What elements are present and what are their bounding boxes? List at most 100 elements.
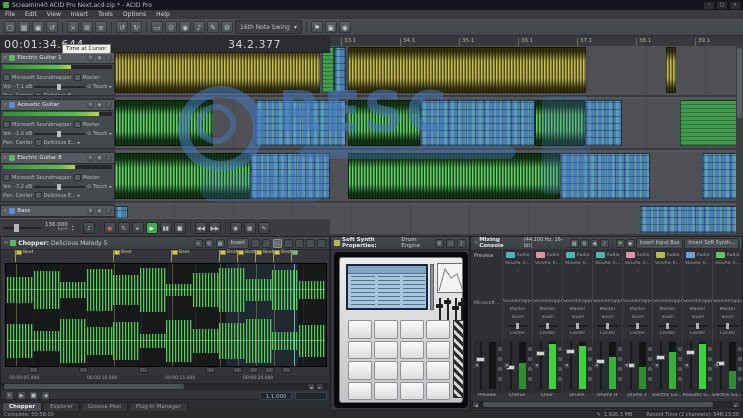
fader-handle[interactable] xyxy=(566,349,575,354)
draw-tool-icon[interactable]: ▭ xyxy=(151,21,163,33)
channel-track[interactable]: VEGAS Tr... xyxy=(683,261,712,266)
shift-right-icon[interactable] xyxy=(262,238,271,248)
audio-clip[interactable] xyxy=(334,47,346,93)
caret-right-icon[interactable]: ▸ xyxy=(109,84,112,90)
move-right-icon[interactable] xyxy=(317,238,326,248)
drum-pad[interactable] xyxy=(374,340,398,359)
synth-settings-icon[interactable]: ⚙ xyxy=(435,238,444,248)
channel-automation[interactable]: Touch xyxy=(593,315,622,320)
mixer-views-icon[interactable]: ▦ xyxy=(569,238,579,248)
save-project-icon[interactable]: ▣ xyxy=(32,21,44,33)
scrollbar-thumb[interactable] xyxy=(4,384,184,389)
channel-automation[interactable]: Touch xyxy=(503,315,532,320)
fx-chain-icon[interactable] xyxy=(34,139,42,146)
marker-tag[interactable] xyxy=(265,367,274,373)
timeline-vertical-scrollbar[interactable] xyxy=(736,46,743,236)
snap-magnet-icon[interactable]: ∩ xyxy=(193,238,203,248)
meter-options-icon[interactable]: ◀ xyxy=(684,363,689,368)
envelope-tool-icon[interactable]: ◉ xyxy=(179,21,191,33)
automation-settings-icon[interactable]: ⚙ xyxy=(87,101,94,109)
solo-icon[interactable]: ♪ xyxy=(105,154,112,162)
marker-tag[interactable] xyxy=(249,367,258,373)
solo-icon[interactable]: ♪ xyxy=(105,207,112,215)
touch-label[interactable]: Touch xyxy=(93,184,107,190)
track-bus[interactable]: Master xyxy=(83,75,100,81)
caret-right-icon[interactable]: ▸ xyxy=(78,140,81,146)
erase-tool-icon[interactable]: ✎ xyxy=(207,21,219,33)
audio-clip[interactable] xyxy=(535,100,585,146)
audio-clip[interactable] xyxy=(348,100,420,146)
edit-options-button[interactable]: ✎ xyxy=(257,221,270,234)
soft-synth-titlebar[interactable]: Soft Synth Properties: Drum Engine ⚙ ▭ ♪ xyxy=(331,237,469,250)
audio-clip[interactable] xyxy=(560,153,650,199)
drum-pad[interactable] xyxy=(348,381,372,400)
send-knob[interactable] xyxy=(738,347,742,351)
chopper-position-box[interactable]: 1.1.000 xyxy=(260,391,292,400)
drum-pad[interactable] xyxy=(348,340,372,359)
go-to-start-button[interactable]: ◀◀ xyxy=(194,221,207,234)
channel-device[interactable]: Soundmapper xyxy=(593,299,622,304)
channel-pan-slider[interactable] xyxy=(508,323,528,329)
chopper-waveform[interactable] xyxy=(5,263,327,367)
move-left-icon[interactable] xyxy=(306,238,315,248)
marker-tag[interactable] xyxy=(206,367,215,373)
chopper-stop-button[interactable]: ■ xyxy=(29,391,38,400)
channel-pan-slider[interactable] xyxy=(658,323,678,329)
track-name[interactable]: Electric Guitar 8 xyxy=(17,155,85,161)
drum-pad[interactable] xyxy=(426,381,450,400)
audio-clip[interactable] xyxy=(322,47,334,93)
timeline[interactable] xyxy=(115,46,743,236)
drag-handle-icon[interactable]: ≡ xyxy=(474,240,478,246)
audio-clip[interactable] xyxy=(420,100,535,146)
solo-icon[interactable]: ♪ xyxy=(105,101,112,109)
channel-device[interactable]: Soundmapper xyxy=(623,299,652,304)
drag-handle-icon[interactable]: ≡ xyxy=(3,102,7,108)
channel-bus[interactable]: Master xyxy=(503,307,532,312)
automation-mode-icon[interactable]: ⊙ xyxy=(87,131,91,137)
automation-settings-icon[interactable]: ⚙ xyxy=(87,154,94,162)
caret-right-icon[interactable]: ▸ xyxy=(109,184,112,190)
track-name[interactable]: Electric Guitar 1 xyxy=(17,55,85,61)
loop-playback-button[interactable]: ↻ xyxy=(117,221,130,234)
meter-options-icon[interactable]: ◀ xyxy=(714,363,719,368)
channel-device[interactable]: Soundmapper xyxy=(533,299,562,304)
marker-tag[interactable] xyxy=(233,367,242,373)
tempo-spinner[interactable]: ▴ ▾ xyxy=(72,223,74,232)
send-knob[interactable] xyxy=(738,357,742,361)
channel-bus[interactable]: Master xyxy=(623,307,652,312)
meter-options-icon[interactable]: ◀ xyxy=(594,363,599,368)
synth-mute-icon[interactable]: ♪ xyxy=(457,238,466,248)
mute-icon[interactable]: ◉ xyxy=(96,54,103,62)
marker-icon[interactable]: ⚑ xyxy=(310,21,323,33)
marker-tag[interactable] xyxy=(282,367,291,373)
dim-output-icon[interactable]: ♪ xyxy=(599,238,609,248)
tempo-display[interactable]: 136.000 bpm xyxy=(45,222,68,233)
fader-handle[interactable] xyxy=(476,357,485,362)
chopper-scrollbar[interactable]: ◀ ► xyxy=(1,383,331,390)
drum-pad[interactable] xyxy=(426,340,450,359)
scrollbar-thumb[interactable] xyxy=(483,402,713,407)
channel-bus[interactable]: Master xyxy=(593,307,622,312)
fader-handle[interactable] xyxy=(656,355,665,360)
fader-handle[interactable] xyxy=(686,350,695,355)
menu-options[interactable]: Options xyxy=(118,11,151,18)
channel-automation[interactable]: Touch xyxy=(623,315,652,320)
chopper-settings-icon[interactable]: ⚙ xyxy=(204,238,214,248)
drum-pad[interactable] xyxy=(374,320,398,339)
channel-pan-slider[interactable] xyxy=(538,323,558,329)
double-selection-icon[interactable] xyxy=(295,238,304,248)
marker-tag[interactable] xyxy=(29,367,38,373)
channel-bus[interactable]: Master xyxy=(653,307,682,312)
channel-track[interactable]: VEGAS Tr... xyxy=(593,261,622,266)
audio-clip[interactable] xyxy=(640,206,743,233)
pan-value[interactable]: Center xyxy=(16,93,33,96)
track-name-row[interactable]: ≡ Electric Guitar 8 ⚙ ◉ ♪ xyxy=(1,153,114,164)
cut-icon[interactable]: × xyxy=(67,21,79,33)
tab-plugin-manager[interactable]: Plug-In Manager xyxy=(128,402,188,411)
drum-pad[interactable] xyxy=(400,381,424,400)
track-device[interactable]: Microsoft Soundmapper xyxy=(12,75,72,81)
drum-pad[interactable] xyxy=(400,361,424,380)
channel-pan-slider[interactable] xyxy=(688,323,708,329)
caret-right-icon[interactable]: ▸ xyxy=(78,193,81,199)
touch-label[interactable]: Touch xyxy=(93,131,107,137)
